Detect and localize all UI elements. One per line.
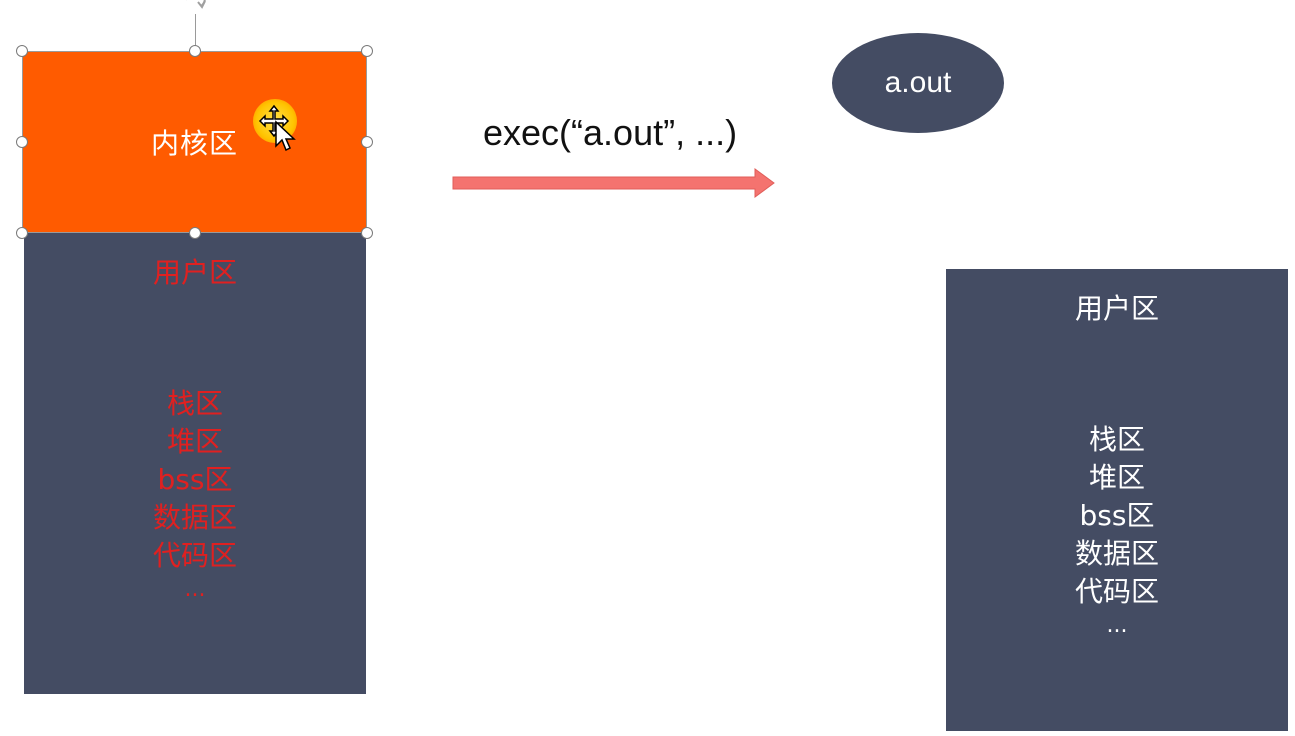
left-segment-more: ... [184, 577, 206, 602]
program-label: a.out [884, 66, 952, 99]
right-segment-bss: bss区 [1079, 499, 1155, 532]
transition-arrow [452, 168, 775, 198]
resize-handle-bottom-right[interactable] [361, 227, 373, 239]
left-segment-bss: bss区 [157, 463, 233, 496]
right-user-area: 用户区 栈区 堆区 bss区 数据区 代码区 ... [946, 269, 1288, 731]
right-segment-heap: 堆区 [1088, 461, 1145, 494]
kernel-area-label: 内核区 [150, 127, 238, 160]
kernel-area[interactable]: 内核区 [22, 51, 367, 233]
left-segment-data: 数据区 [152, 501, 237, 534]
resize-handle-top-middle[interactable] [189, 45, 201, 57]
left-segment-stack: 栈区 [166, 387, 223, 420]
left-user-area: 用户区 栈区 堆区 bss区 数据区 代码区 ... [24, 233, 366, 694]
resize-handle-middle-left[interactable] [16, 136, 28, 148]
resize-handle-top-right[interactable] [361, 45, 373, 57]
resize-handle-middle-right[interactable] [361, 136, 373, 148]
exec-call-label: exec(“a.out”, ...) [483, 112, 738, 153]
right-segment-code: 代码区 [1074, 575, 1159, 608]
rotate-handle-icon[interactable] [179, 0, 211, 16]
left-segment-code: 代码区 [152, 539, 237, 572]
resize-handle-top-left[interactable] [16, 45, 28, 57]
right-segment-stack: 栈区 [1088, 423, 1145, 456]
right-user-area-title: 用户区 [1074, 292, 1159, 325]
resize-handle-bottom-middle[interactable] [189, 227, 201, 239]
right-segment-more: ... [1106, 613, 1128, 638]
right-segment-list: 栈区 堆区 bss区 数据区 代码区 ... [946, 421, 1288, 641]
left-segment-list: 栈区 堆区 bss区 数据区 代码区 ... [24, 385, 366, 605]
resize-handle-bottom-left[interactable] [16, 227, 28, 239]
left-segment-heap: 堆区 [166, 425, 223, 458]
program-node[interactable]: a.out [832, 33, 1004, 133]
left-user-area-title: 用户区 [152, 256, 237, 289]
move-cursor-icon [258, 104, 296, 152]
right-segment-data: 数据区 [1074, 537, 1159, 570]
